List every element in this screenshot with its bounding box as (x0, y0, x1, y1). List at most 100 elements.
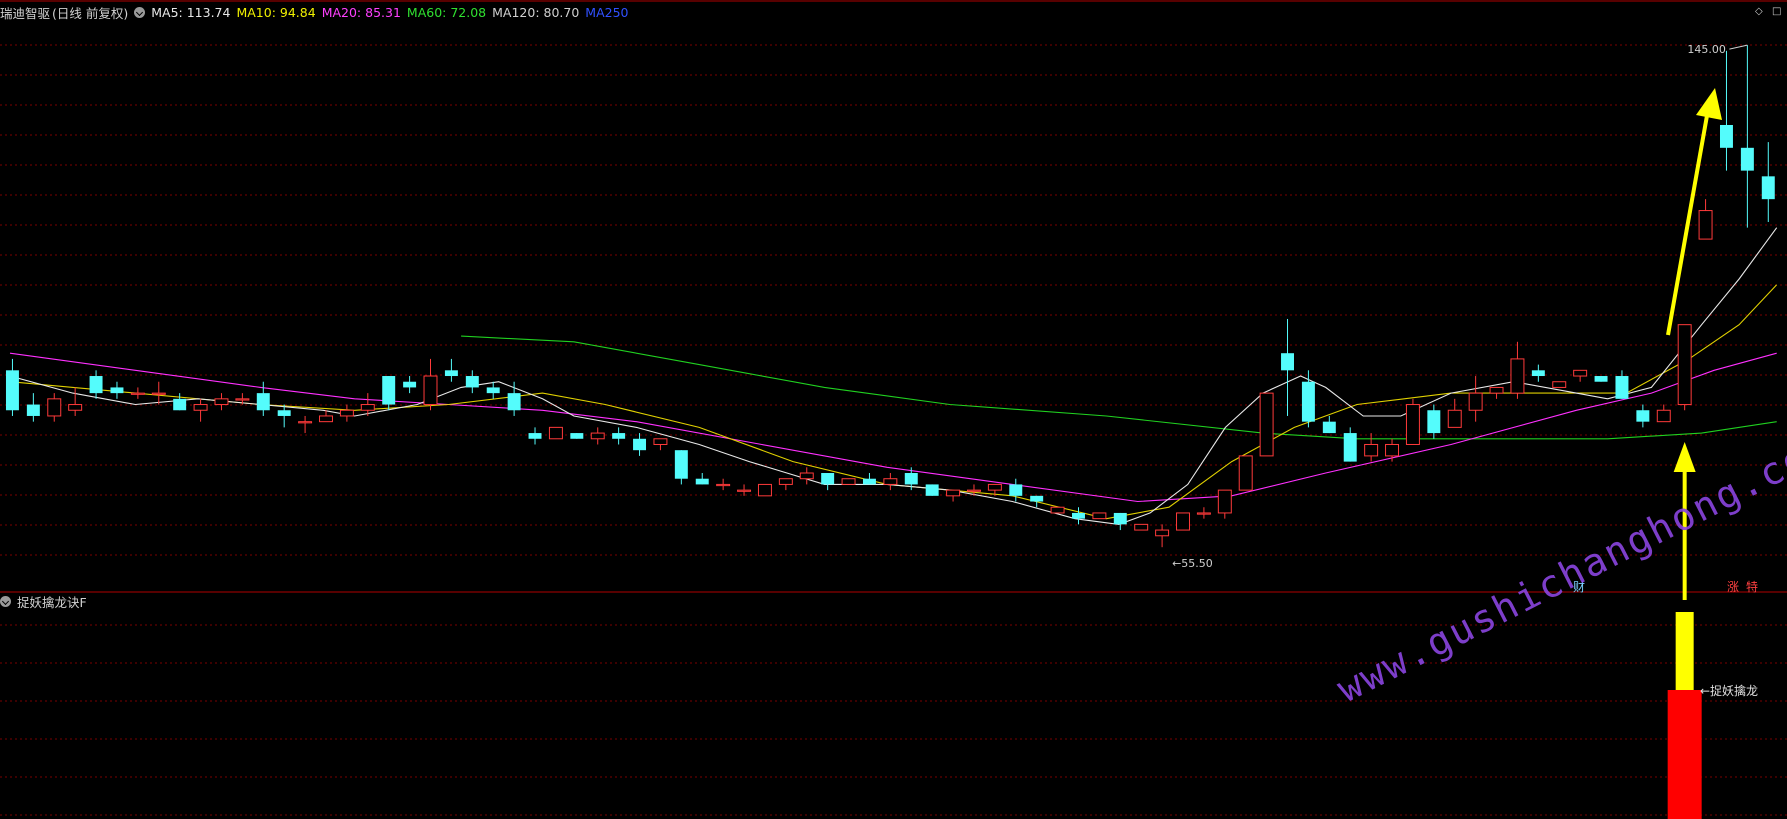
candle-body-down (110, 387, 124, 394)
trend-arrow-head (1696, 88, 1722, 120)
candle-body-up (1050, 506, 1065, 514)
signal-bar-yellow (1675, 612, 1694, 690)
candle-body-up (590, 432, 605, 440)
candle-body-up (778, 478, 793, 485)
candle-body-up (1385, 443, 1400, 457)
ma-legend-item: MA20: 85.31 (321, 4, 401, 20)
candle-body-up (1092, 512, 1107, 520)
candle-body-up (1196, 512, 1211, 515)
candle-body-up (1656, 409, 1671, 423)
candle-body-up (68, 404, 83, 411)
candle-body-down (277, 410, 291, 416)
candle-body-up (1698, 210, 1713, 240)
candle-body-up (130, 392, 145, 395)
candle-body-down (1030, 495, 1044, 502)
candle-body-down (89, 376, 103, 394)
candle-body-up (987, 483, 1002, 491)
candle-body-down (1009, 484, 1023, 496)
candle-body-up (1238, 455, 1253, 491)
stock-name: 瑞迪智驱 (0, 5, 51, 21)
candle-body-up (151, 392, 166, 395)
ma-legend-item: MA5: 113.74 (151, 4, 231, 20)
rise-marker: 涨 (1727, 580, 1740, 594)
candle-body-up (1155, 529, 1170, 537)
candle-body-down (1761, 176, 1775, 200)
candle-body-up (298, 421, 313, 424)
low-price-label: ←55.50 (1172, 557, 1213, 570)
candle-body-down (1322, 421, 1336, 434)
square-icon[interactable]: □ (1772, 6, 1781, 17)
candle-body-up (319, 415, 333, 423)
diamond-icon[interactable]: ◇ (1755, 6, 1763, 17)
candle-body-down (465, 376, 479, 388)
candle-body-up (1468, 392, 1483, 411)
candle-body-down (633, 438, 647, 451)
candle-body-up (235, 398, 250, 401)
candle-body-up (1510, 358, 1525, 394)
candle-body-up (1134, 523, 1149, 531)
candle-body-up (47, 398, 62, 417)
candle-body-down (1636, 410, 1650, 422)
candle-body-up (1447, 409, 1462, 428)
candle-body-down (612, 433, 626, 439)
signal-label: ←捉妖擒龙 (1700, 684, 1759, 698)
candle-body-up (1259, 392, 1274, 457)
candle-body-down (904, 473, 918, 485)
candle-body-up (339, 409, 354, 417)
high-price-label: 145.00 (1687, 43, 1726, 56)
candle-body-up (716, 483, 731, 487)
candle-body-down (1301, 381, 1315, 422)
candle-body-up (1364, 443, 1379, 457)
candle-body-down (528, 433, 542, 439)
candle-body-down (507, 393, 521, 411)
candle-body-up (757, 483, 772, 497)
ma-legend-item: MA120: 80.70 (492, 4, 580, 20)
candle-body-up (1217, 489, 1232, 514)
candle-body-up (653, 438, 668, 445)
candle-body-up (1552, 381, 1567, 388)
indicator-name: 捉妖擒龙诀F (17, 594, 87, 610)
ma-legend-item: MA10: 94.84 (236, 4, 316, 20)
period-label: (日线 前复权) (52, 5, 129, 21)
candle-body-down (1281, 353, 1294, 371)
candle-body-down (1740, 147, 1754, 171)
candle-body-up (841, 478, 856, 485)
candle-body-down (674, 450, 688, 479)
candle-body-up (1573, 369, 1588, 377)
candle-body-up (1677, 324, 1692, 406)
candle-body-down (925, 484, 939, 496)
candle-body-down (1531, 370, 1545, 377)
candle-body-down (695, 478, 709, 485)
candle-body-down (1113, 512, 1127, 525)
candle-body-up (1176, 512, 1190, 531)
ma-legend: 瑞迪智驱 (日线 前复权) MA5: 113.74 MA10: 94.84 MA20… (0, 3, 641, 21)
candle-body-down (1072, 512, 1085, 519)
candle-body-up (946, 489, 961, 497)
signal-bars (1667, 612, 1702, 819)
candle-body-up (214, 398, 229, 406)
candle-body-down (821, 473, 835, 485)
candle-body-down (570, 433, 584, 439)
candlestick-chart: 145.00 ←55.50 (0, 0, 1787, 819)
ma-legend-item: MA60: 72.08 (406, 4, 487, 20)
candle-body-down (486, 387, 500, 394)
candle-body-down (26, 404, 40, 416)
candle-body-down (1427, 410, 1441, 434)
candle-body-up (423, 375, 438, 406)
ma-legend-item: MA250 (585, 4, 629, 20)
candle-body-down (173, 398, 187, 411)
candle-body-down (382, 376, 396, 405)
candle-body-down (5, 370, 19, 411)
candle-body-down (1719, 124, 1733, 148)
chevron-down-icon[interactable] (0, 595, 11, 607)
candle-body-up (360, 404, 375, 411)
signal-bar-red (1667, 690, 1702, 819)
chevron-down-icon[interactable] (134, 6, 146, 18)
candle-body-down (1594, 376, 1608, 382)
candle-body-up (193, 404, 208, 411)
ma60-line (461, 335, 1777, 440)
candles (5, 45, 1775, 548)
candle-body-up (799, 472, 814, 480)
special-marker: 特 (1746, 580, 1759, 594)
candle-body-up (548, 426, 563, 440)
